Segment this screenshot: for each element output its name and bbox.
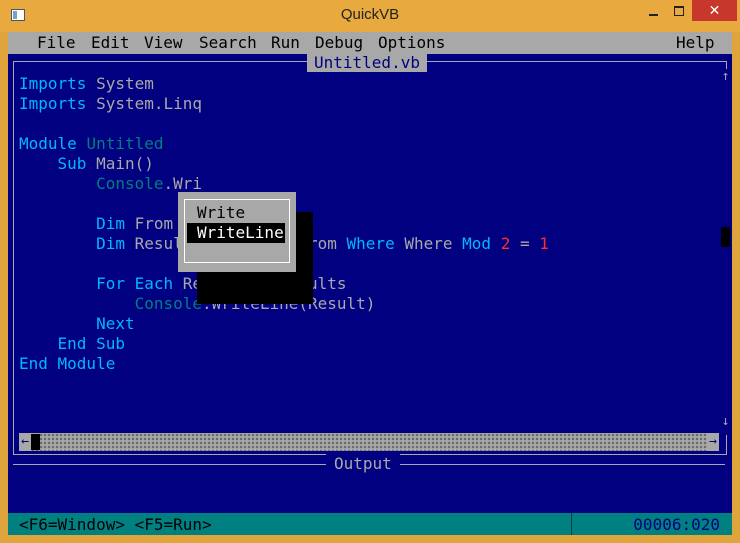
window-title: QuickVB <box>340 6 400 23</box>
status-divider <box>571 513 572 535</box>
code-token: Dim <box>96 214 125 233</box>
code-token: End Sub <box>57 334 125 353</box>
code-line[interactable]: End Sub <box>19 334 549 354</box>
menu-edit[interactable]: Edit <box>91 33 130 52</box>
menu-help[interactable]: Help <box>676 33 715 52</box>
menu-options[interactable]: Options <box>378 33 445 52</box>
menu-search[interactable]: Search <box>199 33 257 52</box>
code-token: Imports <box>19 94 87 113</box>
code-token: Resul <box>124 234 183 253</box>
code-token: 2 <box>500 234 511 253</box>
code-token: = <box>510 234 540 253</box>
maximize-button[interactable] <box>666 0 692 21</box>
menu-file[interactable]: File <box>37 33 76 52</box>
code-line[interactable]: Next <box>19 314 549 334</box>
code-line[interactable]: Imports System.Linq <box>19 94 549 114</box>
horizontal-scrollbar[interactable]: ← → <box>19 433 719 451</box>
code-token: Console <box>96 174 164 193</box>
code-token: Imports <box>19 74 87 93</box>
minimize-button[interactable] <box>640 0 666 21</box>
code-token: Sub <box>57 154 87 173</box>
code-token: Where <box>346 234 395 253</box>
code-token: System.Linq <box>86 94 203 113</box>
code-token: 1 <box>539 234 549 253</box>
console-client: File Edit View Search Run Debug Options … <box>8 32 732 535</box>
autocomplete-list: Write WriteLine <box>184 199 290 263</box>
code-token: Where <box>394 234 463 253</box>
horizontal-scroll-thumb[interactable] <box>31 434 40 450</box>
code-token: For Each <box>96 274 174 293</box>
code-line[interactable]: End Module <box>19 354 549 374</box>
status-bar: <F6=Window> <F5=Run> 00006:020 <box>8 513 732 535</box>
vertical-scrollbar[interactable]: ↑ ↓ <box>720 69 731 435</box>
code-line[interactable]: Sub Main() <box>19 154 549 174</box>
code-line[interactable]: Module Untitled <box>19 134 549 154</box>
code-line[interactable]: Console.Wri <box>19 174 549 194</box>
code-line[interactable]: Imports System <box>19 74 549 94</box>
autocomplete-popup: Write WriteLine <box>178 192 296 272</box>
close-icon: ✕ <box>708 2 721 18</box>
code-line[interactable] <box>19 114 549 134</box>
code-token: From <box>124 214 174 233</box>
code-token: .Wri <box>163 174 203 193</box>
menu-view[interactable]: View <box>144 33 183 52</box>
cursor-position: 00006:020 <box>633 515 720 534</box>
code-token: Next <box>96 314 135 333</box>
menu-debug[interactable]: Debug <box>315 33 363 52</box>
document-title: Untitled.vb <box>307 53 427 72</box>
scroll-up-icon[interactable]: ↑ <box>720 69 731 85</box>
app-window: QuickVB ✕ File Edit View Search Run Debu… <box>0 0 740 543</box>
code-token: Module <box>19 134 77 153</box>
scroll-right-icon[interactable]: → <box>707 433 719 451</box>
status-key-hints: <F6=Window> <F5=Run> <box>19 515 212 534</box>
code-token: Dim <box>96 234 125 253</box>
code-token: End Module <box>19 354 116 373</box>
menu-bar: File Edit View Search Run Debug Options … <box>8 32 732 54</box>
close-button[interactable]: ✕ <box>692 0 737 21</box>
code-token: Mod <box>462 234 492 253</box>
autocomplete-item-write[interactable]: Write <box>187 203 285 223</box>
autocomplete-item-writeline[interactable]: WriteLine <box>187 223 285 243</box>
code-token: System <box>86 74 154 93</box>
title-bar[interactable]: QuickVB ✕ <box>0 0 740 32</box>
scroll-left-icon[interactable]: ← <box>19 433 31 451</box>
scroll-down-icon[interactable]: ↓ <box>720 414 731 430</box>
output-title: Output <box>326 454 400 474</box>
menu-run[interactable]: Run <box>271 33 300 52</box>
code-token: Console <box>134 294 203 313</box>
vertical-scroll-thumb[interactable] <box>721 227 730 247</box>
code-token: Main() <box>86 154 154 173</box>
code-token: Untitled <box>86 134 164 153</box>
